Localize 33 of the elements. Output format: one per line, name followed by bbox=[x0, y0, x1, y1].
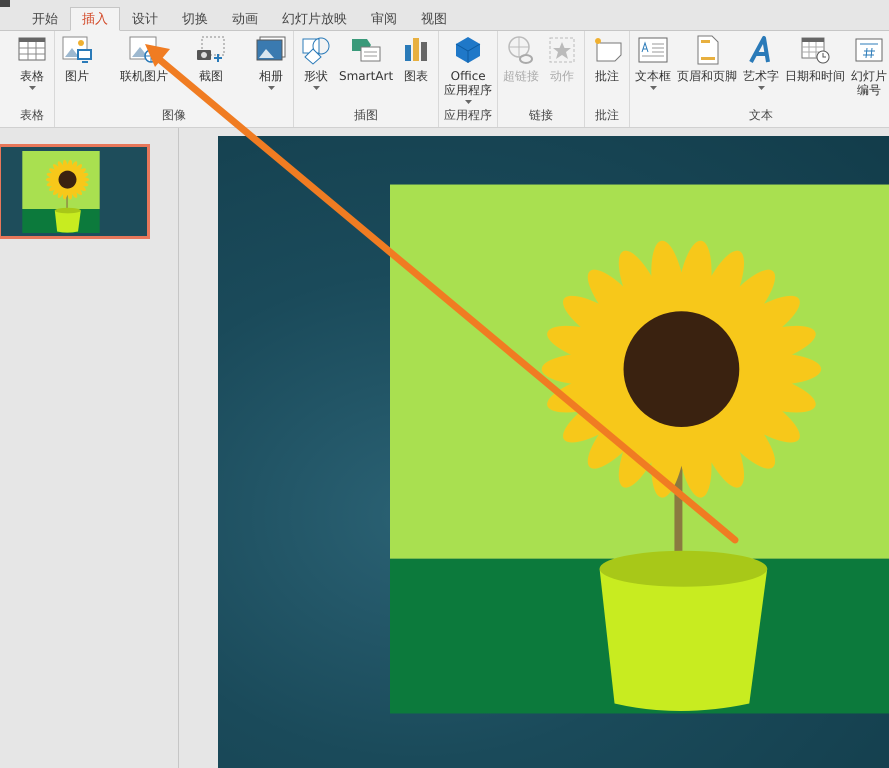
ribbon-button[interactable]: 形状 bbox=[296, 35, 336, 90]
ribbon-button[interactable]: 艺术字 bbox=[740, 35, 782, 90]
ribbon-tab[interactable]: 审阅 bbox=[359, 7, 409, 31]
ribbon-tab[interactable]: 视图 bbox=[409, 7, 459, 31]
ribbon-tab[interactable]: 设计 bbox=[120, 7, 170, 31]
ribbon-button[interactable]: SmartArt bbox=[336, 35, 396, 83]
group-label: 插图 bbox=[354, 107, 378, 124]
group-label: 文本 bbox=[749, 107, 774, 124]
ribbon-tab[interactable]: 切换 bbox=[170, 7, 220, 31]
ribbon-button[interactable]: 文本框 bbox=[632, 35, 674, 90]
group-label: 图像 bbox=[162, 107, 186, 124]
ribbon-tab[interactable]: 幻灯片放映 bbox=[270, 7, 359, 31]
slide-thumbnail[interactable] bbox=[0, 144, 150, 239]
ribbon-button[interactable]: 表格 bbox=[12, 35, 52, 90]
group-label: 批注 bbox=[595, 107, 620, 124]
group-label: 表格 bbox=[20, 107, 44, 124]
ribbon-button[interactable]: 幻灯片 编号 bbox=[848, 35, 889, 97]
ribbon-button[interactable]: 截图 bbox=[191, 35, 231, 83]
ribbon-button[interactable]: 批注 bbox=[587, 35, 628, 83]
ribbon-button[interactable]: 图表 bbox=[396, 35, 436, 83]
ribbon-tab[interactable]: 动画 bbox=[220, 7, 270, 31]
picture-icon bbox=[60, 35, 94, 65]
ribbon-button[interactable]: Office 应用程序 bbox=[441, 35, 496, 104]
ribbon-tab[interactable]: 开始 bbox=[20, 7, 70, 31]
text-box-icon bbox=[636, 35, 670, 65]
ribbon-tab[interactable]: 插入 bbox=[70, 7, 120, 31]
title-bar-edge bbox=[0, 0, 10, 7]
group-label: 链接 bbox=[529, 107, 554, 124]
ribbon-button[interactable]: 页眉和页脚 bbox=[674, 35, 740, 83]
ribbon-button[interactable]: 日期和时间 bbox=[782, 35, 848, 83]
ribbon-button[interactable]: 图片 bbox=[57, 35, 97, 83]
ribbon-button[interactable]: 相册 bbox=[251, 35, 291, 90]
group-label: 应用程序 bbox=[444, 107, 492, 124]
